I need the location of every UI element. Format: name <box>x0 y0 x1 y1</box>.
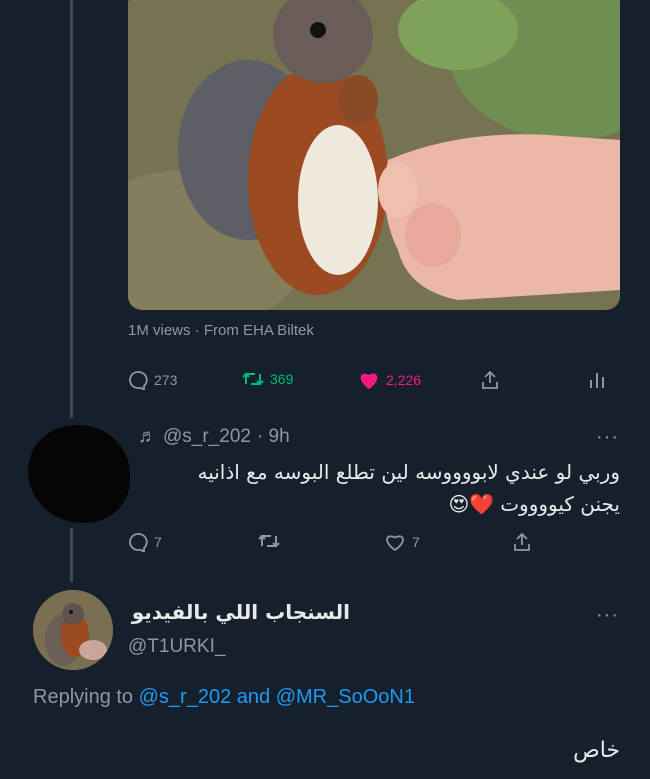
reply1-text-line2: يجنن كيووووت ❤️😍 <box>140 492 620 516</box>
reply2-handle[interactable]: @T1URKI_ <box>128 636 225 658</box>
retweet-icon <box>258 534 280 548</box>
reply1-text-line2-words: يجنن كيووووت <box>500 492 620 516</box>
music-note-icon: ♬ <box>138 426 157 447</box>
replying-user2-link[interactable]: @MR_SoOoN1 <box>276 686 415 708</box>
tweet-video-thumbnail[interactable] <box>128 0 620 310</box>
retweet-button[interactable]: 369 <box>242 370 293 388</box>
reply-button[interactable]: 273 <box>128 370 177 390</box>
replying-to: Replying to @s_r_202 and @MR_SoOoN1 <box>33 686 415 709</box>
reply1-more-icon[interactable]: ··· <box>596 426 619 449</box>
analytics-button[interactable] <box>588 370 606 390</box>
share-icon <box>482 370 498 389</box>
avatar-redacted[interactable] <box>28 425 130 523</box>
reply1-handle[interactable]: @s_r_202 <box>163 426 251 448</box>
reply-icon <box>129 533 148 552</box>
replying-prefix: Replying to <box>33 686 134 708</box>
squirrel-avatar-image <box>33 590 113 670</box>
avatar-squirrel[interactable] <box>33 590 113 670</box>
thread-line-middle <box>70 528 73 582</box>
reply1-reply-button[interactable]: 7 <box>128 532 162 552</box>
reply2-text: خاص <box>573 738 620 763</box>
squirrel-photo <box>128 0 620 310</box>
replying-user1-link[interactable]: @s_r_202 <box>139 686 232 708</box>
reply1-text-line1: وربي لو عندي لابووووسه لين تطلع البوسه م… <box>197 460 620 484</box>
retweet-icon <box>242 372 264 386</box>
reply1-like-count: 7 <box>412 534 420 550</box>
reply-icon <box>129 371 148 390</box>
media-views-text: 1M views · From EHA Biltek <box>128 322 314 339</box>
reply-count: 273 <box>154 372 178 388</box>
share-button[interactable] <box>480 370 500 390</box>
reply1-time: · 9h <box>256 426 290 447</box>
analytics-icon <box>590 373 604 388</box>
retweet-count: 369 <box>270 371 294 387</box>
reply1-retweet-button[interactable] <box>258 532 280 550</box>
like-button[interactable]: 2,226 <box>358 370 421 390</box>
replying-and: and <box>236 686 271 708</box>
heart-outline-icon <box>386 535 404 552</box>
share-icon <box>514 532 530 551</box>
thread-line-top <box>70 0 73 418</box>
reply1-like-button[interactable]: 7 <box>384 532 420 552</box>
reply1-header: ♬ @s_r_202 · 9h <box>138 426 290 448</box>
reply1-share-button[interactable] <box>512 532 532 552</box>
reply2-more-icon[interactable]: ··· <box>596 604 619 627</box>
reply1-emoji: ❤️😍 <box>448 492 495 516</box>
like-count: 2,226 <box>386 372 422 388</box>
reply1-reply-count: 7 <box>154 534 162 550</box>
heart-icon <box>360 373 378 389</box>
reply2-display-name[interactable]: السنجاب اللي بالفيديو <box>132 600 350 624</box>
